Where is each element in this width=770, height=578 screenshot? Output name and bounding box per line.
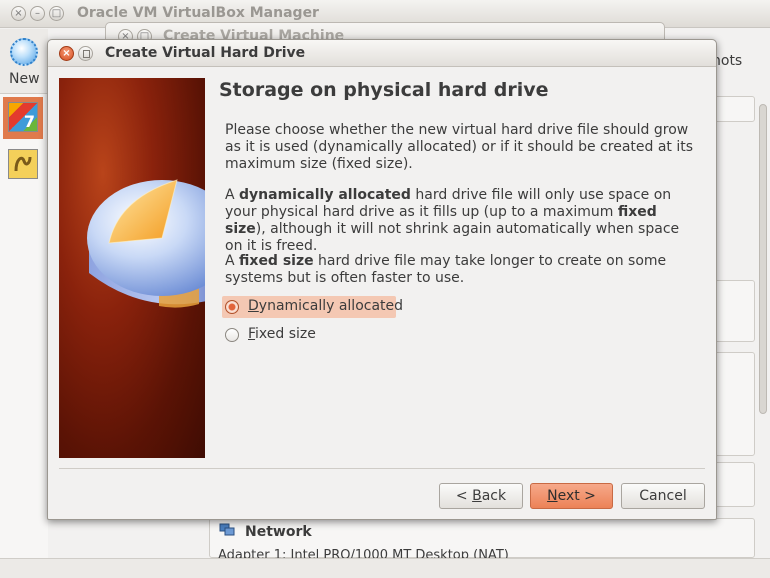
network-heading: Network (245, 524, 312, 540)
close-icon[interactable]: × (59, 46, 74, 61)
next-button[interactable]: Next > (530, 483, 613, 509)
hard-disk-illustration (59, 78, 205, 458)
cancel-button[interactable]: Cancel (621, 483, 705, 509)
dynamically-allocated-option[interactable]: Dynamically allocated (222, 296, 403, 318)
fixed-description-paragraph: A fixed size hard drive file may take lo… (225, 253, 667, 286)
status-bar (0, 558, 770, 578)
windows-vm-icon[interactable]: 7 (8, 102, 38, 132)
main-window-title: Oracle VM VirtualBox Manager (77, 5, 319, 21)
new-button-label[interactable]: New (9, 71, 40, 87)
fixed-size-radio[interactable] (225, 328, 239, 342)
main-maximize-icon[interactable]: □ (49, 6, 64, 21)
linux-vm-icon[interactable] (8, 149, 38, 179)
fixed-size-option[interactable]: Fixed size (222, 324, 342, 346)
button-separator (59, 468, 705, 469)
main-close-icon[interactable]: × (11, 6, 26, 21)
page-heading: Storage on physical hard drive (219, 79, 549, 101)
dynamically-allocated-radio[interactable] (225, 300, 239, 314)
main-minimize-icon[interactable]: – (30, 6, 45, 21)
new-vm-icon[interactable] (10, 38, 38, 66)
details-scrollbar[interactable] (758, 96, 768, 556)
create-hard-drive-dialog: × Create Virtual Hard Drive Storage on p… (47, 39, 717, 520)
maximize-icon[interactable] (78, 46, 93, 61)
dialog-titlebar: × Create Virtual Hard Drive (48, 40, 716, 67)
back-button[interactable]: < Back (439, 483, 523, 509)
scrollbar-thumb[interactable] (759, 104, 767, 414)
dynamic-description-paragraph: A dynamically allocated hard drive file … (225, 187, 680, 254)
description-paragraph: Please choose whether the new virtual ha… (225, 122, 694, 172)
dynamically-allocated-label[interactable]: Dynamically allocated (248, 298, 403, 314)
fixed-size-label[interactable]: Fixed size (248, 326, 316, 342)
network-icon (219, 523, 235, 536)
dialog-title: Create Virtual Hard Drive (105, 45, 306, 61)
